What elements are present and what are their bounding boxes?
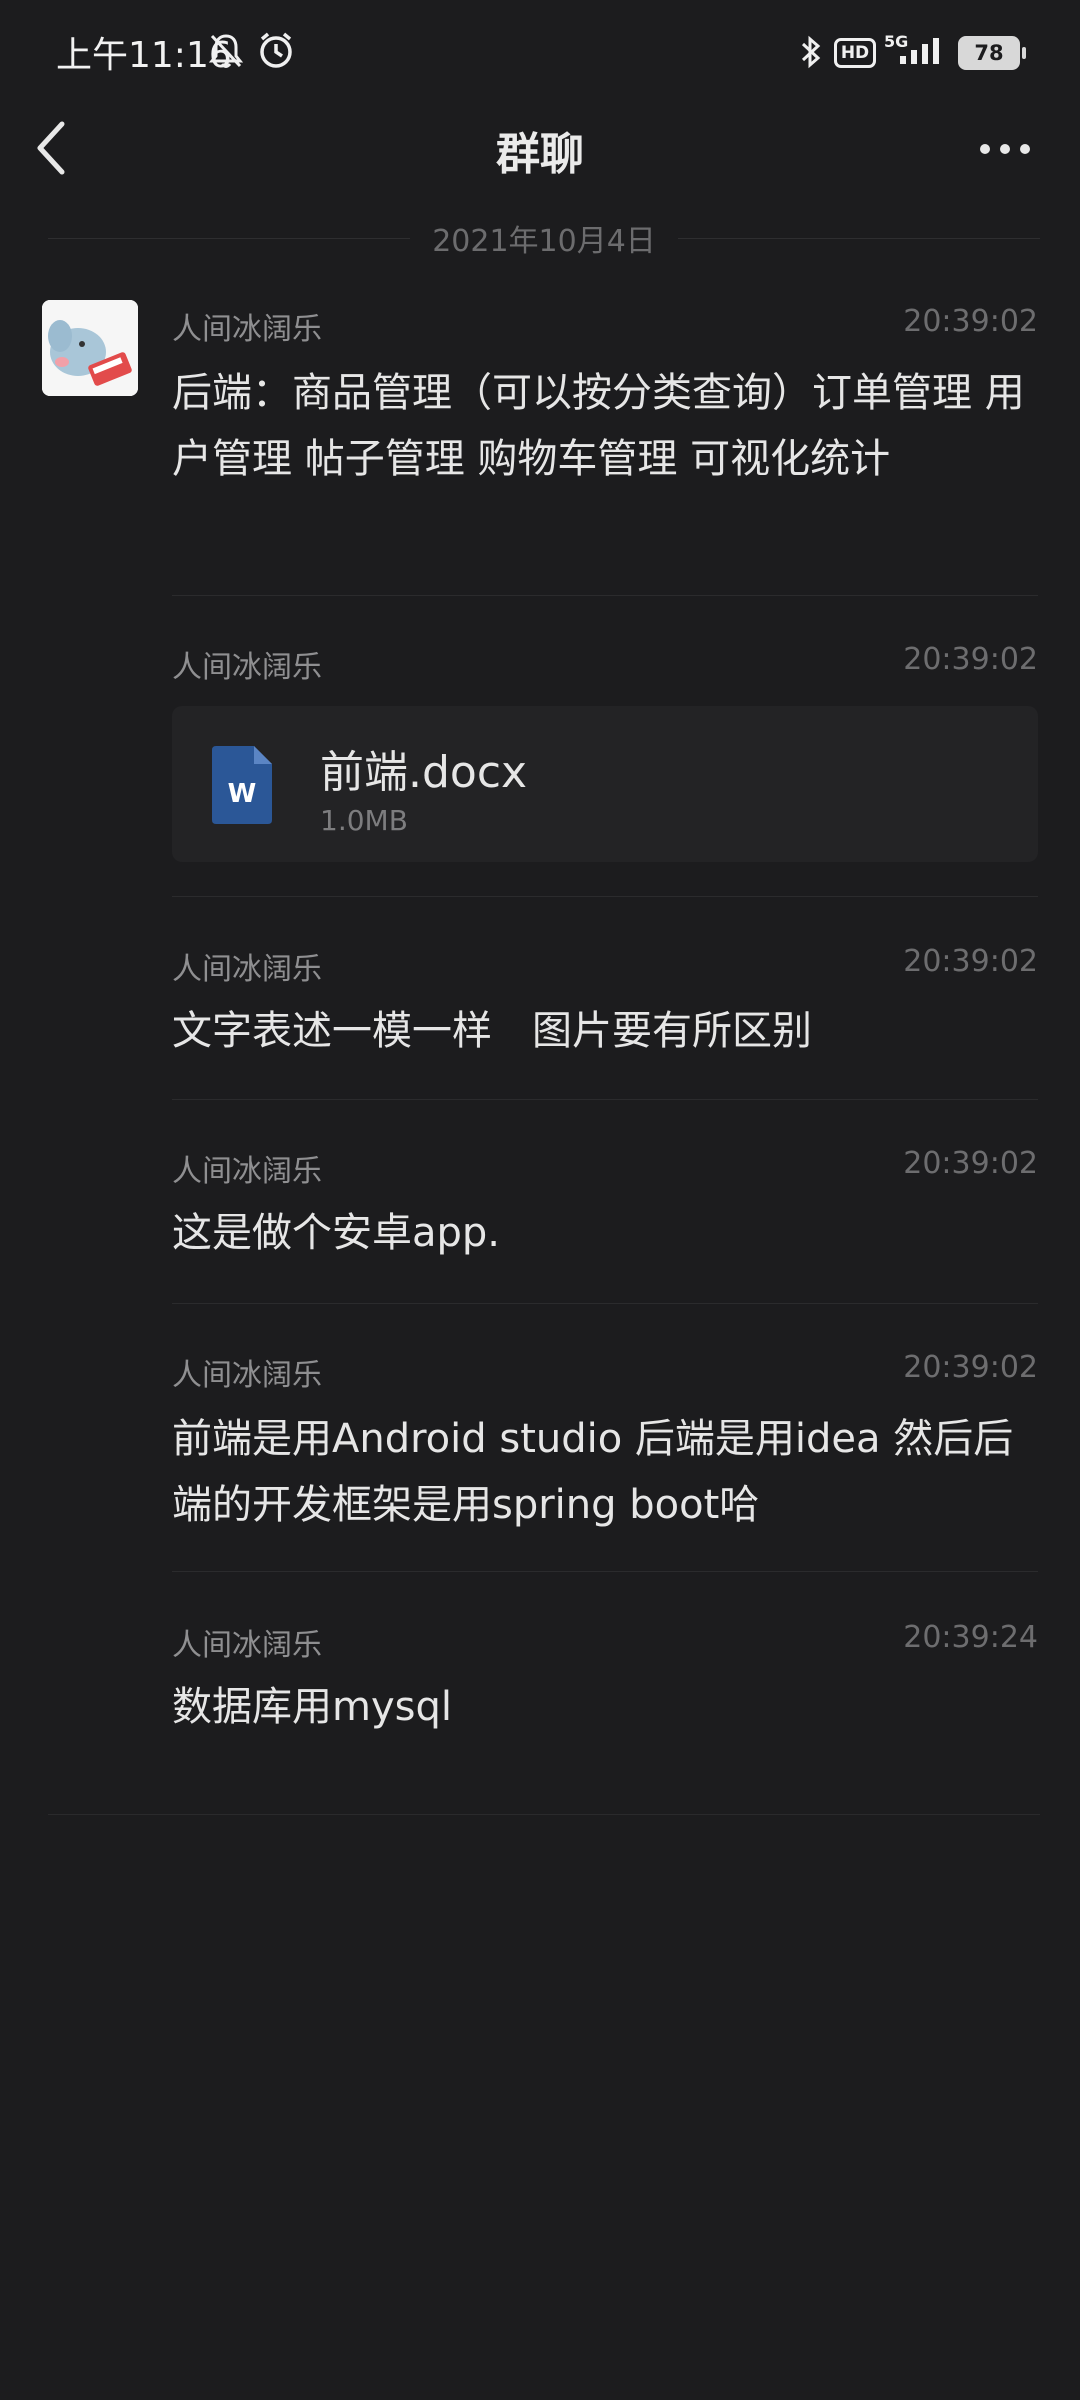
message-time: 20:39:02 <box>903 1146 1038 1181</box>
hd-label: HD <box>840 43 870 63</box>
date-separator: 2021年10月4日 <box>48 218 1041 259</box>
sender-name: 人间冰阔乐 <box>172 1358 322 1393</box>
more-options-button[interactable] <box>970 124 1040 174</box>
word-icon-letter: W <box>228 779 257 809</box>
separator-line <box>48 237 411 239</box>
message-text: 后端：商品管理（可以按分类查询）订单管理 用户管理 帖子管理 购物车管理 可视化… <box>172 370 1025 482</box>
message-divider <box>172 1571 1038 1572</box>
alarm-icon <box>260 32 292 68</box>
title-bar: 群聊 <box>0 104 1080 192</box>
message-item[interactable]: 人间冰阔乐 20:39:02 文字表述一模一样 图片要有所区别 <box>172 944 1038 1100</box>
message-time: 20:39:02 <box>903 304 1038 339</box>
message-divider <box>172 1099 1038 1100</box>
message-divider <box>172 896 1038 897</box>
message-text: 前端是用Android studio 后端是用idea 然后后端的开发框架是用s… <box>172 1416 1014 1528</box>
signal-strength-icon <box>900 38 939 64</box>
sender-name: 人间冰阔乐 <box>172 650 322 685</box>
hd-badge: HD <box>834 38 876 68</box>
file-attachment[interactable]: W 前端.docx 1.0MB <box>172 706 1038 862</box>
file-size: 1.0MB <box>320 804 408 837</box>
message-time: 20:39:24 <box>903 1620 1038 1655</box>
avatar[interactable] <box>42 300 138 396</box>
bluetooth-icon <box>801 35 821 69</box>
message-text: 数据库用mysql <box>172 1684 452 1730</box>
mute-notifications-icon <box>208 34 244 68</box>
message-divider <box>172 1303 1038 1304</box>
status-bar: 上午11:16 HD 5G 78 <box>0 0 1080 104</box>
battery-level: 78 <box>974 41 1004 65</box>
word-doc-icon: W <box>212 746 272 824</box>
message-text: 文字表述一模一样 图片要有所区别 <box>172 1008 812 1054</box>
message-item[interactable]: 人间冰阔乐 20:39:02 W 前端.docx 1.0MB <box>172 642 1038 898</box>
file-name: 前端.docx <box>320 747 528 798</box>
message-divider <box>172 595 1038 596</box>
message-item[interactable]: 人间冰阔乐 20:39:02 这是做个安卓app. <box>172 1146 1038 1304</box>
sender-name: 人间冰阔乐 <box>172 1154 322 1189</box>
date-label: 2021年10月4日 <box>432 224 656 259</box>
message-item[interactable]: 人间冰阔乐 20:39:24 数据库用mysql <box>172 1620 1038 1760</box>
message-time: 20:39:02 <box>903 1350 1038 1385</box>
battery-indicator: 78 <box>958 36 1026 70</box>
message-time: 20:39:02 <box>903 642 1038 677</box>
sender-name: 人间冰阔乐 <box>172 312 322 347</box>
status-time: 上午11:16 <box>56 35 232 76</box>
elephant-avatar-icon <box>42 300 138 396</box>
sender-name: 人间冰阔乐 <box>172 952 322 987</box>
message-text: 这是做个安卓app. <box>172 1210 501 1256</box>
separator-line <box>677 237 1041 239</box>
page-title: 群聊 <box>496 129 584 180</box>
message-time: 20:39:02 <box>903 944 1038 979</box>
sender-name: 人间冰阔乐 <box>172 1628 322 1663</box>
message-item[interactable]: 人间冰阔乐 20:39:02 前端是用Android studio 后端是用id… <box>172 1350 1038 1572</box>
message-item[interactable]: 人间冰阔乐 20:39:02 后端：商品管理（可以按分类查询）订单管理 用户管理… <box>172 304 1038 596</box>
list-end-divider <box>48 1814 1040 1815</box>
